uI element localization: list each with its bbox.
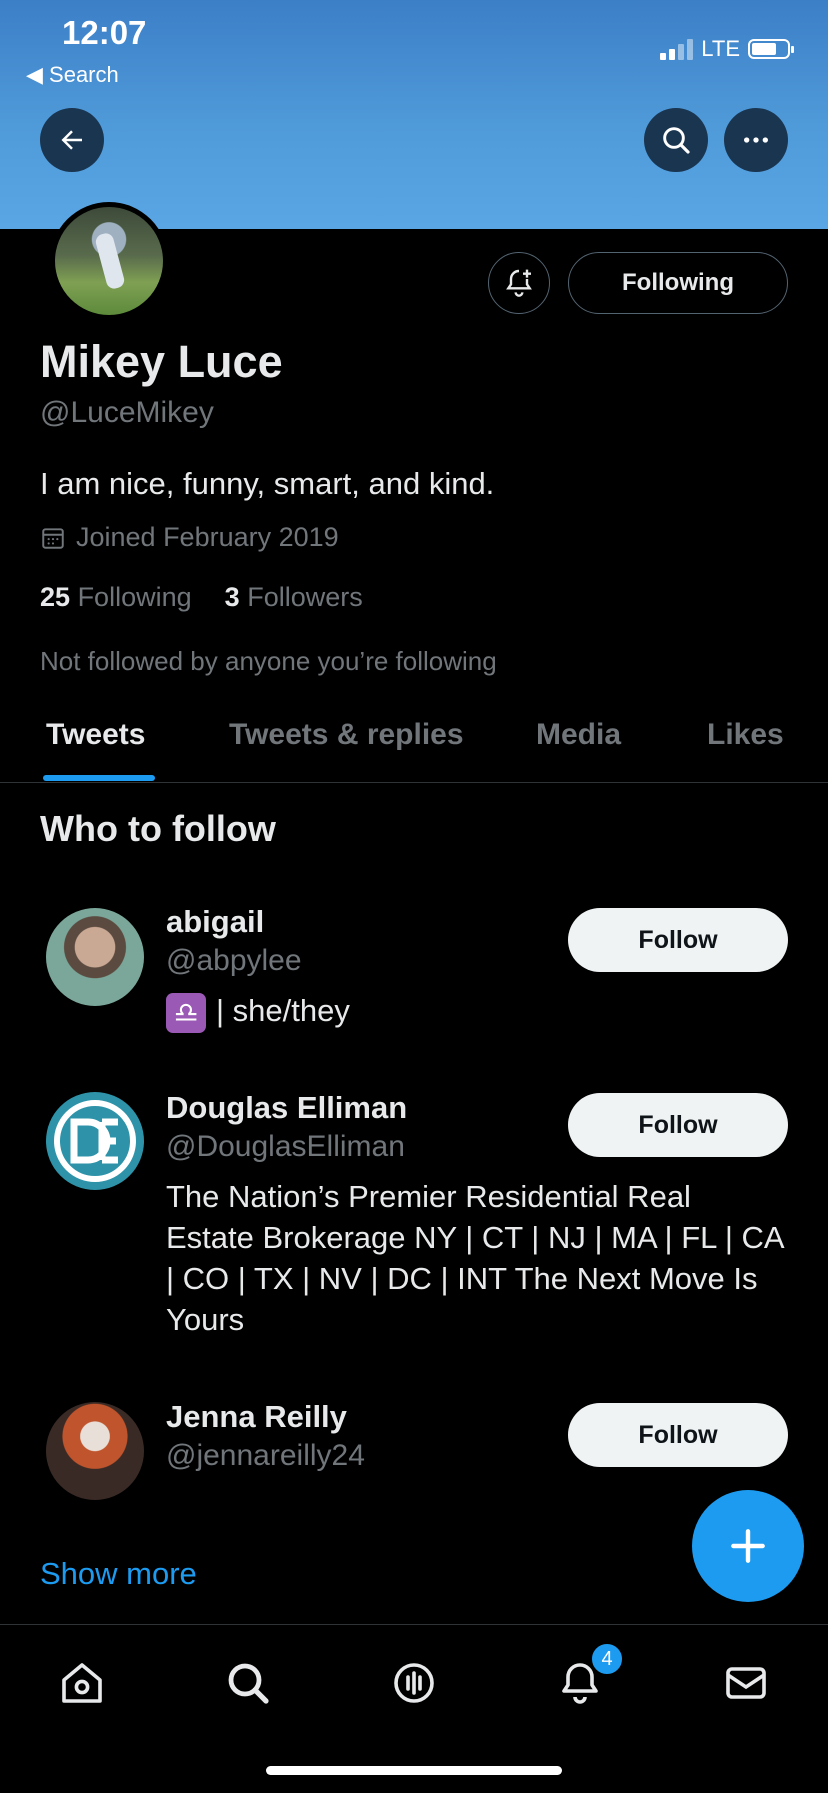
more-button[interactable]	[724, 108, 788, 172]
status-time: 12:07	[62, 14, 147, 51]
back-button[interactable]	[40, 108, 104, 172]
mutual-followers-text: Not followed by anyone you’re following	[40, 646, 497, 676]
network-label: LTE	[701, 36, 740, 61]
libra-icon: ♎	[166, 992, 206, 1033]
plus-icon	[731, 1529, 765, 1563]
spaces-icon[interactable]	[384, 1653, 444, 1713]
profile-name: Mikey Luce	[40, 336, 283, 387]
tab-tweets[interactable]: Tweets	[46, 718, 145, 752]
followers-count-link[interactable]: 3 Followers	[225, 582, 363, 612]
search-icon[interactable]	[218, 1653, 278, 1713]
home-indicator[interactable]	[266, 1766, 562, 1775]
following-button[interactable]: Following	[568, 252, 788, 314]
calendar-icon	[42, 527, 64, 549]
profile-bio: I am nice, funny, smart, and kind.	[40, 466, 495, 501]
arrow-left-icon	[61, 130, 82, 150]
battery-icon	[748, 39, 794, 59]
user-handle: @abpylee	[166, 944, 302, 977]
follow-counts: 25 Following 3 Followers	[40, 582, 363, 613]
search-button[interactable]	[644, 108, 708, 172]
active-tab-indicator	[43, 775, 155, 781]
profile-avatar[interactable]	[50, 202, 168, 320]
search-icon	[663, 127, 690, 154]
notification-subscribe-button[interactable]	[488, 252, 550, 314]
follow-button[interactable]: Follow	[568, 1403, 788, 1467]
messages-icon[interactable]	[716, 1653, 776, 1713]
tab-media[interactable]: Media	[536, 718, 621, 752]
douglas-elliman-logo-icon	[54, 1100, 136, 1182]
user-handle: @jennareilly24	[166, 1439, 365, 1472]
profile-handle: @LuceMikey	[40, 396, 214, 429]
follow-button[interactable]: Follow	[568, 908, 788, 972]
joined-text: Joined February 2019	[76, 522, 339, 552]
user-avatar-abigail[interactable]	[46, 908, 144, 1006]
user-name[interactable]: Jenna Reilly	[166, 1399, 347, 1435]
user-avatar-douglas-elliman[interactable]	[46, 1092, 144, 1190]
signal-icon	[660, 38, 694, 60]
back-to-search-link[interactable]: ◀ Search	[26, 62, 119, 88]
follow-button[interactable]: Follow	[568, 1093, 788, 1157]
user-handle: @DouglasElliman	[166, 1130, 405, 1163]
following-count-link[interactable]: 25 Following	[40, 582, 192, 612]
notification-badge: 4	[590, 1642, 624, 1676]
user-avatar-jenna-reilly[interactable]	[46, 1402, 144, 1500]
who-to-follow-title: Who to follow	[40, 808, 276, 849]
user-bio: The Nation’s Premier Residential Real Es…	[166, 1179, 783, 1337]
user-name[interactable]: Douglas Elliman	[166, 1090, 407, 1126]
bell-plus-icon	[506, 269, 532, 297]
tab-tweets-replies[interactable]: Tweets & replies	[229, 718, 464, 752]
compose-tweet-button[interactable]	[692, 1490, 804, 1602]
more-dots-icon	[744, 137, 768, 143]
profile-tabs: Tweets Tweets & replies Media Likes	[0, 700, 828, 783]
status-indicators: LTE	[660, 36, 794, 62]
user-bio: ♎ | she/they	[166, 990, 786, 1033]
home-icon[interactable]	[52, 1653, 112, 1713]
show-more-link[interactable]: Show more	[40, 1556, 197, 1592]
user-name[interactable]: abigail	[166, 904, 264, 940]
joined-date: Joined February 2019	[40, 522, 339, 553]
tab-likes[interactable]: Likes	[707, 718, 784, 752]
